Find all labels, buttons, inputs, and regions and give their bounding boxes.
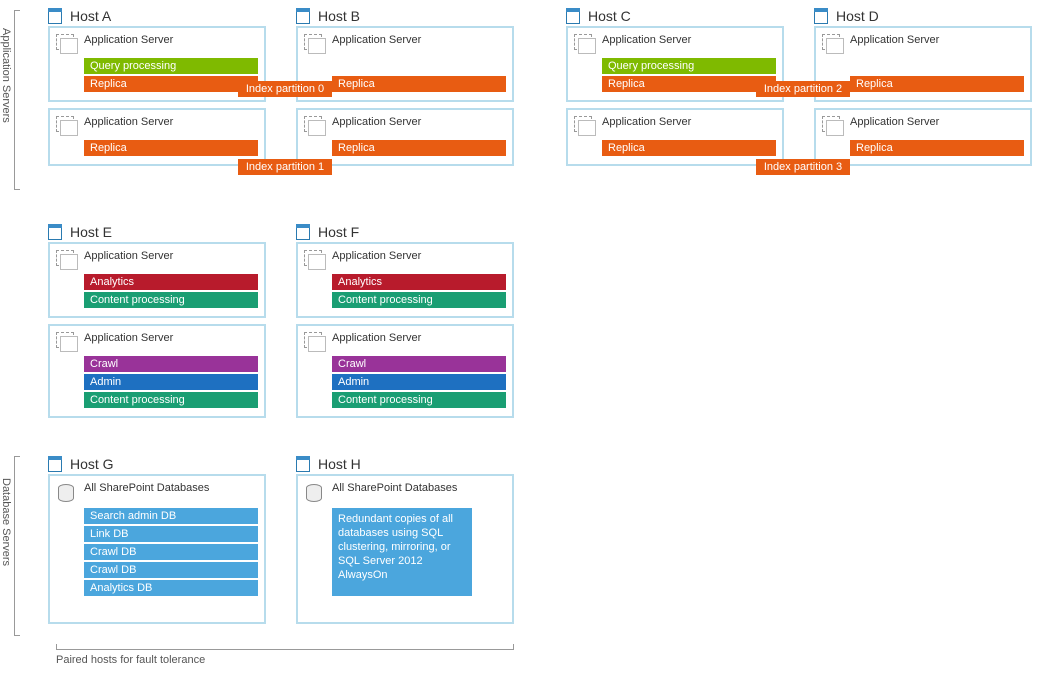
card-title: Application Server xyxy=(84,332,173,344)
chip-replica: Replica xyxy=(602,140,776,156)
card-title: All SharePoint Databases xyxy=(332,482,457,494)
host-g: Host G All SharePoint Databases Search a… xyxy=(48,456,266,630)
chip-db: Search admin DB xyxy=(84,508,258,524)
bracket-db-servers xyxy=(14,456,20,636)
chip-content: Content processing xyxy=(84,392,258,408)
card-title: Application Server xyxy=(602,116,691,128)
bracket-app-servers xyxy=(14,10,20,190)
chip-query: Query processing xyxy=(602,58,776,74)
chip-db: Crawl DB xyxy=(84,544,258,560)
app-server-icon xyxy=(304,250,326,270)
app-server-icon xyxy=(822,116,844,136)
app-server-icon xyxy=(56,250,78,270)
database-icon xyxy=(56,482,78,504)
label-db-servers: Database Servers xyxy=(0,478,12,566)
app-server-icon xyxy=(304,34,326,54)
app-server-card: Application Server Analytics Content pro… xyxy=(296,242,514,318)
host-title: Host H xyxy=(318,456,514,472)
card-title: Application Server xyxy=(602,34,691,46)
chip-crawl: Crawl xyxy=(332,356,506,372)
card-title: Application Server xyxy=(850,34,939,46)
app-server-icon xyxy=(822,34,844,54)
host-h: Host H All SharePoint Databases Redundan… xyxy=(296,456,514,630)
card-title: Application Server xyxy=(84,116,173,128)
host-title: Host D xyxy=(836,8,1032,24)
chip-replica: Replica xyxy=(84,76,258,92)
chip-analytics: Analytics xyxy=(84,274,258,290)
host-title: Host E xyxy=(70,224,266,240)
app-server-card: Application Server Replica xyxy=(296,108,514,166)
app-server-card: Application Server Replica xyxy=(566,108,784,166)
chip-replica: Replica xyxy=(602,76,776,92)
app-server-card: Application Server Replica xyxy=(48,108,266,166)
card-title: Application Server xyxy=(332,332,421,344)
card-title: Application Server xyxy=(84,250,173,262)
server-icon xyxy=(296,456,312,474)
index-partition-1: Index partition 1 xyxy=(238,159,332,175)
server-icon xyxy=(48,8,64,26)
chip-content: Content processing xyxy=(84,292,258,308)
card-title: Application Server xyxy=(850,116,939,128)
chip-db-note: Redundant copies of all databases using … xyxy=(332,508,472,596)
index-partition-2: Index partition 2 xyxy=(756,81,850,97)
server-icon xyxy=(814,8,830,26)
server-icon xyxy=(296,8,312,26)
host-e: Host E Application Server Analytics Cont… xyxy=(48,224,266,424)
app-server-icon xyxy=(56,116,78,136)
app-server-card: Application Server Analytics Content pro… xyxy=(48,242,266,318)
app-server-icon xyxy=(304,332,326,352)
app-server-icon xyxy=(304,116,326,136)
app-server-card: Application Server Crawl Admin Content p… xyxy=(296,324,514,418)
host-c: Host C Application Server Query processi… xyxy=(566,8,784,172)
db-card: All SharePoint Databases Search admin DB… xyxy=(48,474,266,624)
index-partition-3: Index partition 3 xyxy=(756,159,850,175)
label-paired-hosts: Paired hosts for fault tolerance xyxy=(56,654,205,666)
server-icon xyxy=(48,224,64,242)
app-server-card: Application Server Crawl Admin Content p… xyxy=(48,324,266,418)
app-server-card: Application Server Query processing Repl… xyxy=(48,26,266,102)
app-server-card: Application Server Query processing Repl… xyxy=(566,26,784,102)
chip-analytics: Analytics xyxy=(332,274,506,290)
app-server-icon xyxy=(574,34,596,54)
index-partition-0: Index partition 0 xyxy=(238,81,332,97)
card-title: Application Server xyxy=(84,34,173,46)
chip-db: Analytics DB xyxy=(84,580,258,596)
host-a: Host A Application Server Query processi… xyxy=(48,8,266,172)
host-title: Host F xyxy=(318,224,514,240)
chip-replica: Replica xyxy=(84,140,258,156)
host-title: Host G xyxy=(70,456,266,472)
chip-db: Link DB xyxy=(84,526,258,542)
chip-admin: Admin xyxy=(84,374,258,390)
card-title: All SharePoint Databases xyxy=(84,482,209,494)
card-title: Application Server xyxy=(332,250,421,262)
chip-content: Content processing xyxy=(332,292,506,308)
db-card: All SharePoint Databases Redundant copie… xyxy=(296,474,514,624)
server-icon xyxy=(296,224,312,242)
chip-replica: Replica xyxy=(850,140,1024,156)
chip-query: Query processing xyxy=(84,58,258,74)
label-app-servers: Application Servers xyxy=(0,28,12,123)
database-icon xyxy=(304,482,326,504)
server-icon xyxy=(566,8,582,26)
card-title: Application Server xyxy=(332,34,421,46)
chip-replica: Replica xyxy=(850,76,1024,92)
chip-db: Crawl DB xyxy=(84,562,258,578)
host-title: Host A xyxy=(70,8,266,24)
app-server-icon xyxy=(56,34,78,54)
app-server-card: Application Server Replica xyxy=(814,108,1032,166)
server-icon xyxy=(48,456,64,474)
bracket-paired-hosts xyxy=(56,644,514,650)
chip-admin: Admin xyxy=(332,374,506,390)
host-f: Host F Application Server Analytics Cont… xyxy=(296,224,514,424)
chip-replica: Replica xyxy=(332,76,506,92)
chip-replica: Replica xyxy=(332,140,506,156)
host-title: Host C xyxy=(588,8,784,24)
chip-content: Content processing xyxy=(332,392,506,408)
app-server-icon xyxy=(574,116,596,136)
host-title: Host B xyxy=(318,8,514,24)
card-title: Application Server xyxy=(332,116,421,128)
app-server-icon xyxy=(56,332,78,352)
chip-crawl: Crawl xyxy=(84,356,258,372)
